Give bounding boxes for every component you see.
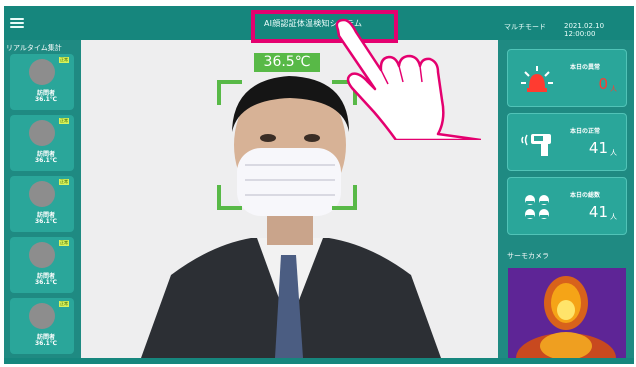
- normal-unit: 人: [610, 149, 617, 157]
- bottom-bar: [4, 358, 634, 364]
- mode-label[interactable]: マルチモード: [504, 22, 546, 32]
- visitor-temp: 36.1℃: [35, 96, 58, 103]
- abnormal-count: 0: [598, 75, 608, 93]
- normal-count: 41: [588, 139, 608, 157]
- visitor-card[interactable]: 正常 訪問者 36.1℃: [10, 115, 74, 171]
- datetime: 2021.02.10 12:00:00: [564, 22, 605, 38]
- thermal-camera-label: サーモカメラ: [507, 252, 549, 260]
- realtime-title: リアルタイム集計: [6, 44, 62, 52]
- visitor-temp: 36.1℃: [35, 340, 58, 347]
- status-badge: 正常: [59, 301, 69, 307]
- avatar: [29, 303, 55, 329]
- thermometer-gun-icon: [521, 134, 551, 156]
- stat-abnormal: 本日の異常 0 人: [507, 49, 627, 107]
- total-unit: 人: [610, 213, 617, 221]
- thermal-camera-view: [508, 268, 626, 358]
- visitor-card[interactable]: 正常 訪問者 36.1℃: [10, 298, 74, 354]
- visitor-card[interactable]: 正常 訪問者 36.1℃: [10, 237, 74, 293]
- visitor-card[interactable]: 正常 訪問者 36.1℃: [10, 54, 74, 110]
- stat-normal: 本日の正常 41 人: [507, 113, 627, 171]
- menu-icon[interactable]: [10, 18, 24, 28]
- status-badge: 正常: [59, 118, 69, 124]
- temperature-readout: 36.5℃: [254, 53, 320, 72]
- status-badge: 正常: [59, 57, 69, 63]
- total-label: 本日の総数: [570, 192, 601, 199]
- avatar: [29, 181, 55, 207]
- visitor-card[interactable]: 正常 訪問者 36.1℃: [10, 176, 74, 232]
- avatar: [29, 120, 55, 146]
- abnormal-label: 本日の異常: [570, 64, 601, 71]
- app-window: AI顔認証体温検知システム マルチモード 2021.02.10 12:00:00…: [4, 6, 634, 364]
- status-badge: 正常: [59, 179, 69, 185]
- abnormal-unit: 人: [610, 85, 617, 93]
- people-group-icon: [525, 195, 549, 219]
- alarm-light-icon: [521, 66, 553, 92]
- visitor-temp: 36.1℃: [35, 218, 58, 225]
- stat-total: 本日の総数 41 人: [507, 177, 627, 235]
- normal-label: 本日の正常: [570, 128, 601, 135]
- visitor-temp: 36.1℃: [35, 157, 58, 164]
- pointing-hand-icon: [335, 18, 481, 140]
- avatar: [29, 242, 55, 268]
- visitor-temp: 36.1℃: [35, 279, 58, 286]
- avatar: [29, 59, 55, 85]
- total-count: 41: [588, 203, 608, 221]
- thermal-image: [508, 268, 626, 358]
- status-badge: 正常: [59, 240, 69, 246]
